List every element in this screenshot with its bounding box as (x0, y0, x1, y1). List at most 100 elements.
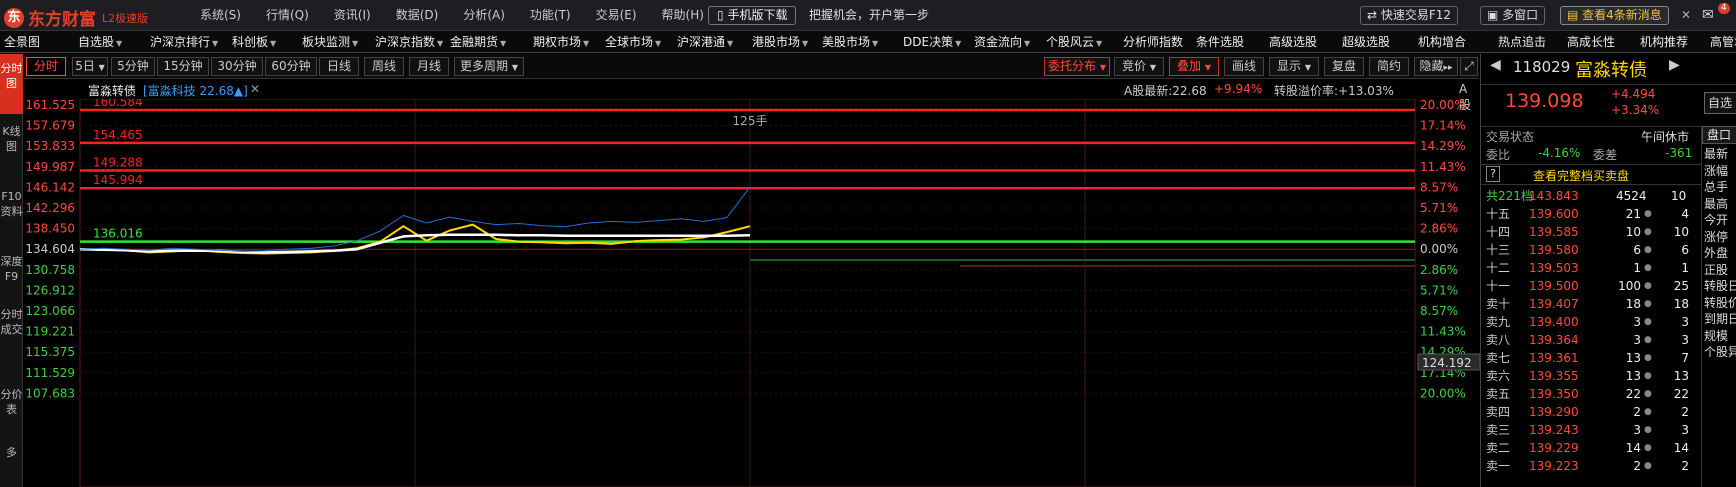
divider (1481, 126, 1701, 127)
price-level-label: 149.288 (93, 156, 143, 170)
nav-item-6[interactable]: 金融期货 ▼ (450, 31, 506, 53)
related-stock-link[interactable]: [富淼科技 22.68▲] (143, 82, 248, 99)
quote-field-label: 个股异 (1704, 345, 1736, 359)
nav-item-13[interactable]: 资金流向 ▼ (974, 31, 1030, 53)
y-tick-label: 126.912 (25, 283, 75, 297)
period-day[interactable]: 日线 (319, 57, 359, 76)
replay-button[interactable]: 复盘 (1324, 57, 1364, 76)
ask-row[interactable]: 卖五 139.350 22 22 ● (1481, 385, 1701, 403)
period-5min[interactable]: 5分钟 (111, 57, 155, 76)
display-button[interactable]: 显示 ▼ (1269, 57, 1319, 76)
quote-field-label: 规模 (1704, 328, 1729, 343)
menu-system[interactable]: 系统(S) (200, 0, 241, 31)
chevron-down-icon: ▼ (437, 39, 444, 48)
order-distribution-button[interactable]: 委托分布 ▼ (1044, 57, 1110, 76)
nav-item-5[interactable]: 沪深京指数 ▼ (375, 31, 443, 53)
ask-row[interactable]: 卖一 139.223 2 2 ● (1481, 457, 1701, 475)
pct-tick-label: 0.00% (1420, 242, 1458, 256)
ask-row[interactable]: 十一 139.500 100 25 ● (1481, 277, 1701, 295)
menu-trade[interactable]: 交易(E) (596, 0, 637, 31)
ask-row[interactable]: 卖六 139.355 13 13 ● (1481, 367, 1701, 385)
account-slogan-link[interactable]: 把握机会，开户第一步 (809, 0, 929, 31)
nav-item-10[interactable]: 港股市场 ▼ (752, 31, 808, 53)
nav-item-14[interactable]: 个股风云 ▼ (1046, 31, 1102, 53)
mobile-download-button[interactable]: ▯ 手机版下载 (708, 6, 797, 25)
period-week[interactable]: 周线 (364, 57, 404, 76)
ask-row[interactable]: 卖九 139.400 3 3 ● (1481, 313, 1701, 331)
a-stock-price: A股最新:22.68 (1124, 84, 1207, 98)
ask-row[interactable]: 卖二 139.229 14 14 ● (1481, 439, 1701, 457)
quick-trade-button[interactable]: ⇄ 快速交易F12 (1360, 6, 1459, 25)
nav-item-7[interactable]: 期权市场 ▼ (533, 31, 589, 53)
period-15min[interactable]: 15分钟 (157, 57, 209, 76)
nav-item-12[interactable]: DDE决策 ▼ (903, 31, 961, 53)
intraday-chart[interactable]: 161.525 20.00% 157.679 17.14% 153.833 14.29% 1… (0, 95, 1481, 487)
menu-function[interactable]: 功能(T) (530, 0, 571, 31)
ask-row[interactable]: 十五 139.600 21 4 ● (1481, 205, 1701, 223)
simple-mode-button[interactable]: 简约 (1369, 57, 1409, 76)
chevron-down-icon: ▼ (583, 39, 590, 48)
nav-item-3[interactable]: 科创板 ▼ (232, 31, 276, 53)
fullscreen-icon[interactable]: ⤢ (1460, 57, 1478, 76)
nav-item-19[interactable]: 机构增合 (1418, 31, 1466, 53)
period-60min[interactable]: 60分钟 (265, 57, 317, 76)
quick-trade-label: 快速交易F12 (1380, 8, 1452, 22)
nav-item-20[interactable]: 热点追击 (1498, 31, 1546, 53)
add-watchlist-button[interactable]: 自选 (1704, 92, 1736, 114)
news-close-icon[interactable]: ✕ (1681, 6, 1691, 25)
menu-quote[interactable]: 行情(Q) (266, 0, 309, 31)
period-intraday[interactable]: 分时 (26, 57, 66, 76)
nav-item-15[interactable]: 分析师指数 (1123, 31, 1183, 53)
nav-item-9[interactable]: 沪深港通 ▼ (677, 31, 733, 53)
ask-row[interactable]: 卖十 139.407 18 18 ● (1481, 295, 1701, 313)
hide-button[interactable]: 隐藏▸▸ (1414, 57, 1458, 76)
period-5day[interactable]: 5日 ▼ (72, 57, 108, 76)
ask-level: 卖二 (1486, 441, 1511, 455)
help-icon[interactable]: ? (1486, 166, 1500, 182)
period-month[interactable]: 月线 (409, 57, 449, 76)
full-book-link[interactable]: 查看完整档买卖盘 (1533, 167, 1629, 184)
next-stock-icon[interactable]: ▶ (1669, 57, 1680, 73)
nav-item-0[interactable]: 全景图 (4, 31, 40, 53)
ask-row[interactable]: 卖八 139.364 3 3 ● (1481, 331, 1701, 349)
title-bar: 东 东方财富 L2极速版 系统(S) 行情(Q) 资讯(I) 数据(D) 分析(… (0, 0, 1736, 31)
pct-tick-label: 5.71% (1420, 283, 1458, 297)
bidding-button[interactable]: 竞价 ▼ (1114, 57, 1164, 76)
nav-item-21[interactable]: 高成长性 (1567, 31, 1615, 53)
quote-field-label: 涨停 (1704, 229, 1729, 244)
menu-help[interactable]: 帮助(H) (662, 0, 704, 31)
nav-item-2[interactable]: 沪深京排行 ▼ (150, 31, 218, 53)
news-button[interactable]: ▤ 查看4条新消息 (1560, 6, 1669, 25)
ask-row[interactable]: 十四 139.585 10 10 ● (1481, 223, 1701, 241)
nav-item-23[interactable]: 高管增持 (1710, 31, 1736, 53)
tab-order-book[interactable]: 盘口 (1702, 126, 1736, 144)
ask-level: 卖七 (1486, 351, 1511, 365)
period-more[interactable]: 更多周期 ▼ (454, 57, 524, 76)
ask-row[interactable]: 卖三 139.243 3 3 ● (1481, 421, 1701, 439)
period-30min[interactable]: 30分钟 (211, 57, 263, 76)
nav-item-22[interactable]: 机构推荐 (1640, 31, 1688, 53)
intraday-chart-svg[interactable]: 161.525 20.00% 157.679 17.14% 153.833 14.29% 1… (0, 95, 1481, 487)
menu-analysis[interactable]: 分析(A) (463, 0, 505, 31)
nav-item-18[interactable]: 超级选股 (1342, 31, 1390, 53)
multi-window-button[interactable]: ▣ 多窗口 (1480, 6, 1546, 25)
nav-item-16[interactable]: 条件选股 (1196, 31, 1244, 53)
nav-item-17[interactable]: 高级选股 (1269, 31, 1317, 53)
menu-data[interactable]: 数据(D) (396, 0, 439, 31)
ask-row[interactable]: 卖四 139.290 2 2 ● (1481, 403, 1701, 421)
nav-item-8[interactable]: 全球市场 ▼ (605, 31, 661, 53)
ask-row[interactable]: 十二 139.503 1 1 ● (1481, 259, 1701, 277)
ask-price: 139.600 (1529, 207, 1579, 221)
ask-price: 139.503 (1529, 261, 1579, 275)
close-icon[interactable]: ✕ (250, 82, 260, 96)
overlay-button[interactable]: 叠加 ▼ (1169, 57, 1219, 76)
nav-item-4[interactable]: 板块监测 ▼ (302, 31, 358, 53)
menu-info[interactable]: 资讯(I) (334, 0, 371, 31)
prev-stock-icon[interactable]: ◀ (1490, 57, 1501, 73)
y-tick-label: 134.604 (25, 242, 75, 256)
nav-item-11[interactable]: 美股市场 ▼ (822, 31, 878, 53)
draw-line-button[interactable]: 画线 (1224, 57, 1264, 76)
ask-row[interactable]: 十三 139.580 6 6 ● (1481, 241, 1701, 259)
nav-item-1[interactable]: 自选股 ▼ (78, 31, 122, 53)
ask-row[interactable]: 卖七 139.361 13 7 ● (1481, 349, 1701, 367)
